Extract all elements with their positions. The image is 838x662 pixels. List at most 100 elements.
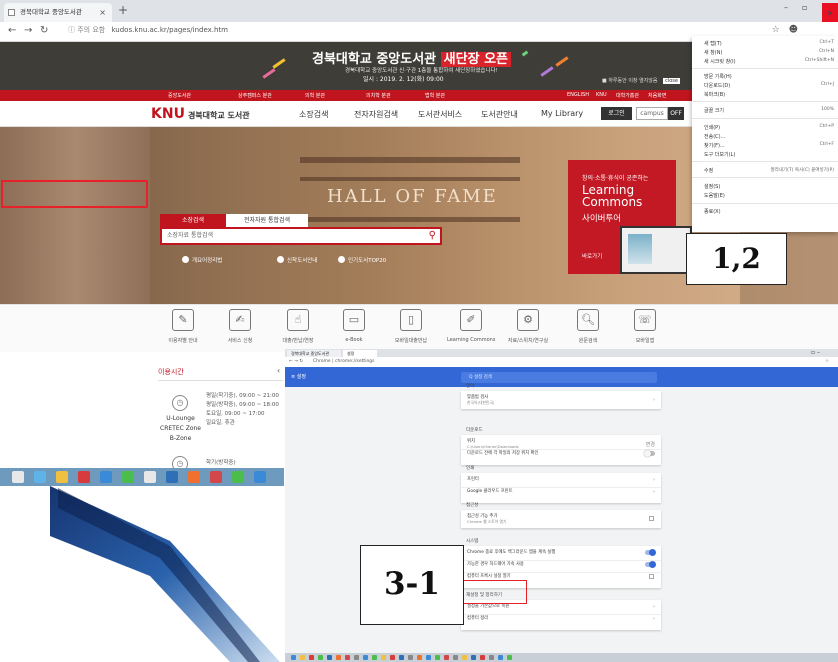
portal-link[interactable]: 대학가홈관 bbox=[616, 92, 639, 99]
taskbar-app-icon[interactable] bbox=[408, 655, 413, 660]
menu-item[interactable]: 종료(X) bbox=[704, 208, 721, 215]
menu-item[interactable]: 인쇄(P) bbox=[704, 124, 720, 131]
menu-item[interactable]: 새 창(N) bbox=[704, 49, 722, 56]
app-icon[interactable] bbox=[254, 471, 266, 483]
menu-item[interactable]: 글꼴 크기 bbox=[704, 107, 724, 114]
settings-row[interactable]: 위치 C:\Users\Owner\Downloads bbox=[467, 438, 655, 449]
nav-library-services[interactable]: 도서관서비스 bbox=[418, 109, 462, 120]
settings-row[interactable]: 맞춤법 검사 한국어(대한민국) bbox=[467, 394, 655, 406]
learning-commons-card[interactable]: 창의·소통·휴식이 공존하는 Learning Commons 사이버투어 바로… bbox=[568, 160, 692, 274]
settings-search-input[interactable]: Q 설정 검색 bbox=[461, 372, 657, 383]
app-icon[interactable] bbox=[144, 471, 156, 483]
maximize-icon[interactable]: ▫ bbox=[802, 3, 807, 12]
branch-link[interactable]: 상주캠퍼스 분관 bbox=[238, 92, 272, 99]
back-icon[interactable]: ← bbox=[8, 25, 16, 36]
taskbar-app-icon[interactable] bbox=[417, 655, 422, 660]
taskbar-app-icon[interactable] bbox=[453, 655, 458, 660]
english-link[interactable]: ENGLISH bbox=[567, 92, 589, 98]
menu-item[interactable]: 수정 bbox=[704, 167, 713, 174]
open-external-icon[interactable] bbox=[649, 574, 654, 579]
app-icon[interactable] bbox=[210, 471, 222, 483]
branch-link[interactable]: 중앙도서관 bbox=[168, 92, 191, 99]
settings-row[interactable]: 컴퓨터 프록시 설정 열기 bbox=[467, 573, 655, 579]
menu-item[interactable]: 새 시크릿 창(I) bbox=[704, 58, 736, 65]
taskbar-app-icon[interactable] bbox=[399, 655, 404, 660]
chevron-right-icon[interactable]: › bbox=[653, 616, 655, 622]
nav-holdings-search[interactable]: 소장검색 bbox=[299, 109, 328, 120]
quick-link[interactable]: 신착도서안내 bbox=[277, 256, 317, 264]
settings-row[interactable]: Google 클라우드 프린트 bbox=[467, 488, 655, 494]
menu-item[interactable]: 전송(C)... bbox=[704, 133, 725, 140]
settings-row[interactable]: 컴퓨터 정리 bbox=[467, 615, 655, 621]
taskbar-app-icon[interactable] bbox=[390, 655, 395, 660]
chevron-right-icon[interactable]: › bbox=[653, 604, 655, 610]
service-shortcut[interactable]: ✍ 서비스 신청 bbox=[216, 309, 264, 353]
taskbar-app-icon[interactable] bbox=[462, 655, 467, 660]
service-shortcut[interactable]: ▭ e-Book bbox=[330, 309, 378, 353]
forward-icon[interactable]: → bbox=[24, 25, 32, 36]
branch-link[interactable]: 의학 분관 bbox=[305, 92, 325, 99]
open-external-icon[interactable] bbox=[649, 516, 654, 521]
window-controls-icon[interactable]: ▫ – bbox=[811, 349, 820, 356]
taskbar-app-icon[interactable] bbox=[345, 655, 350, 660]
settings-row[interactable]: 다운로드 전에 각 파일의 저장 위치 확인 bbox=[467, 450, 655, 456]
menu-item[interactable]: 북마크(B) bbox=[704, 91, 725, 98]
banner-dismiss[interactable]: ■ 하루동안 이창 열지않음 close bbox=[602, 77, 680, 84]
browser-tab[interactable]: 경북대학교 중앙도서관 × bbox=[4, 3, 112, 22]
menu-item[interactable]: 도움말(E) bbox=[704, 192, 725, 199]
tab-holdings-search[interactable]: 소장검색 bbox=[160, 214, 226, 227]
taskbar-app-icon[interactable] bbox=[372, 655, 377, 660]
campus-field[interactable]: campus bbox=[636, 107, 668, 120]
nav-my-library[interactable]: My Library bbox=[541, 109, 583, 118]
taskbar-app-icon[interactable] bbox=[489, 655, 494, 660]
folder-icon[interactable] bbox=[56, 471, 68, 483]
taskbar-app-icon[interactable] bbox=[309, 655, 314, 660]
toggle-switch[interactable] bbox=[644, 450, 655, 457]
knu-logo[interactable]: KNU 경북대학교 도서관 bbox=[151, 106, 250, 122]
taskbar-app-icon[interactable] bbox=[507, 655, 512, 660]
taskbar-app-icon[interactable] bbox=[471, 655, 476, 660]
bookmark-star-icon[interactable]: ☆ bbox=[825, 359, 829, 364]
service-shortcut[interactable]: ✐ Learning Commons bbox=[447, 309, 495, 353]
settings-row[interactable]: 프린터 bbox=[467, 476, 655, 482]
search-input[interactable]: 소장자료 통합검색 ⚲ bbox=[160, 227, 442, 245]
taskbar-app-icon[interactable] bbox=[381, 655, 386, 660]
new-tab-button[interactable]: + bbox=[118, 3, 128, 17]
taskbar-app-icon[interactable] bbox=[426, 655, 431, 660]
nav-eresource-search[interactable]: 전자자원검색 bbox=[354, 109, 398, 120]
nav-library-guide[interactable]: 도서관안내 bbox=[481, 109, 518, 120]
taskbar-app-icon[interactable] bbox=[354, 655, 359, 660]
app-icon[interactable] bbox=[232, 471, 244, 483]
banner-close-button[interactable]: close bbox=[663, 78, 680, 84]
url-field[interactable]: ⓘ 주의 요함 kudos.knu.ac.kr/pages/index.htm bbox=[68, 25, 228, 35]
close-tab-icon[interactable]: × bbox=[99, 3, 106, 22]
chevron-right-icon[interactable]: › bbox=[653, 397, 655, 403]
branch-link[interactable]: 법학 분관 bbox=[425, 92, 445, 99]
profile-icon[interactable]: ☻ bbox=[789, 25, 798, 35]
taskbar-app-icon[interactable] bbox=[363, 655, 368, 660]
tab-eresource-search[interactable]: 전자자원 통합검색 bbox=[226, 214, 308, 227]
menu-item[interactable]: 새 탭(T) bbox=[704, 40, 722, 47]
taskbar-app-icon[interactable] bbox=[327, 655, 332, 660]
menu-item[interactable]: 찾기(F)... bbox=[704, 142, 725, 149]
ie-icon[interactable] bbox=[34, 471, 46, 483]
app-icon[interactable] bbox=[166, 471, 178, 483]
search-icon[interactable]: ⚲ bbox=[429, 229, 436, 243]
service-shortcut[interactable]: ⚙ 자료/스위치/연구실 bbox=[504, 309, 552, 353]
reload-icon[interactable]: ↻ bbox=[40, 25, 48, 36]
taskbar-app-icon[interactable] bbox=[444, 655, 449, 660]
bookmark-star-icon[interactable]: ☆ bbox=[772, 25, 780, 35]
taskbar-app-icon[interactable] bbox=[300, 655, 305, 660]
menu-item[interactable]: 다운로드(D) bbox=[704, 82, 730, 89]
toggle-switch[interactable] bbox=[645, 549, 656, 556]
settings-tab-active[interactable]: 설정 bbox=[343, 350, 377, 357]
menu-item[interactable]: 설정(S) bbox=[704, 183, 720, 190]
toggle-switch[interactable] bbox=[645, 561, 656, 568]
service-shortcut[interactable]: ✎ 이용자별 안내 bbox=[159, 309, 207, 353]
off-button[interactable]: OFF bbox=[668, 107, 684, 120]
taskbar-app-icon[interactable] bbox=[336, 655, 341, 660]
settings-row[interactable]: Chrome 종료 후에도 백그라운드 앱을 계속 실행 bbox=[467, 549, 655, 555]
taskbar-app-icon[interactable] bbox=[291, 655, 296, 660]
app-icon[interactable] bbox=[100, 471, 112, 483]
knu-link[interactable]: KNU bbox=[596, 92, 607, 98]
